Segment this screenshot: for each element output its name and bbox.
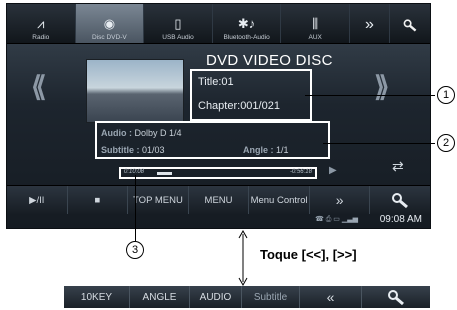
- subtitle-value: 01/03: [142, 145, 165, 155]
- settings-button[interactable]: [390, 4, 430, 43]
- source-label: Bluetooth-Audio: [223, 34, 270, 41]
- angle-value: 1/1: [276, 145, 289, 155]
- settings-wrench-icon: [388, 290, 404, 306]
- double-chevron-right-icon: »: [335, 191, 344, 208]
- callout-1-line: [305, 95, 435, 96]
- fast-forward-icon: ⟫: [374, 71, 390, 102]
- source-usb[interactable]: ▯ USB Audio: [144, 4, 213, 43]
- next-chapter-button[interactable]: ⟫: [374, 70, 390, 103]
- top-menu-button[interactable]: TOP MENU: [128, 186, 189, 214]
- source-radio[interactable]: ⩘ Radio: [7, 4, 76, 43]
- 10key-button[interactable]: 10KEY: [64, 286, 130, 308]
- back-button[interactable]: «: [300, 286, 362, 308]
- source-disc-dvd[interactable]: ◉ Disc DVD-V: [75, 4, 145, 43]
- usb-icon: ▯: [174, 16, 182, 31]
- more-controls-button[interactable]: »: [310, 186, 371, 214]
- callout-3-line: [135, 175, 136, 241]
- source-label: USB Audio: [162, 34, 194, 41]
- settings-button-3[interactable]: [362, 286, 430, 308]
- status-icons: ☎ ⎙ ▭ ▁▃▅: [315, 216, 358, 223]
- source-bar: ⩘ Radio ◉ Disc DVD-V ▯ USB Audio ✱♪ Blue…: [7, 4, 430, 44]
- repeat-icon[interactable]: ⇄: [392, 158, 404, 175]
- clock: 09:08 AM: [379, 214, 422, 225]
- stop-icon: ■: [94, 194, 101, 206]
- previous-chapter-button[interactable]: ⟪: [31, 70, 47, 103]
- callout-2: 2: [437, 134, 455, 152]
- source-label: Radio: [32, 34, 50, 41]
- play-pause-icon: ▶/II: [29, 194, 45, 206]
- source-more-button[interactable]: »: [350, 4, 390, 43]
- playback-progress[interactable]: 0:10:08 -0:56:18: [119, 167, 317, 179]
- angle-button[interactable]: ANGLE: [130, 286, 190, 308]
- menu-control-button[interactable]: Menu Control: [249, 186, 310, 214]
- progress-fill: [157, 172, 172, 175]
- menu-button[interactable]: MENU: [189, 186, 250, 214]
- remaining-time: -0:56:18: [289, 169, 312, 175]
- play-pause-button[interactable]: ▶/II: [7, 186, 68, 214]
- disc-icon: ◉: [103, 16, 116, 31]
- audio-key: Audio :: [101, 128, 132, 138]
- video-thumbnail[interactable]: [86, 59, 184, 123]
- double-chevron-right-icon: »: [365, 16, 374, 33]
- toque-annotation: Toque [<<], [>>]: [260, 247, 357, 262]
- source-label: Disc DVD-V: [92, 34, 127, 41]
- page-title: DVD VIDEO DISC: [206, 52, 333, 69]
- stop-button[interactable]: ■: [68, 186, 129, 214]
- double-arrow-icon: [238, 230, 248, 286]
- source-label: AUX: [308, 34, 322, 41]
- angle-key: Angle :: [243, 145, 274, 155]
- next-arrow-icon: ▶: [329, 165, 337, 176]
- double-chevron-left-icon: «: [326, 289, 335, 305]
- audio-value: Dolby D 1/4: [134, 128, 182, 138]
- source-bluetooth[interactable]: ✱♪ Bluetooth-Audio: [213, 4, 282, 43]
- status-bar: ☎ ⎙ ▭ ▁▃▅ 09:08 AM: [7, 213, 430, 228]
- subtitle-info: Subtitle : 01/03: [101, 145, 165, 155]
- bluetooth-icon: ✱♪: [237, 16, 256, 31]
- settings-wrench-icon: [392, 193, 409, 209]
- callout-3: 3: [126, 241, 144, 259]
- settings-wrench-icon: [402, 17, 418, 33]
- title-number: Title:01: [198, 76, 234, 88]
- settings-button-2[interactable]: [370, 186, 430, 214]
- source-aux[interactable]: ⫼ AUX: [281, 4, 350, 43]
- control-bar: ▶/II ■ TOP MENU MENU Menu Control »: [7, 185, 430, 214]
- aux-icon: ⫼: [312, 16, 319, 31]
- angle-info: Angle : 1/1: [243, 145, 289, 155]
- audio-info: Audio : Dolby D 1/4: [101, 128, 182, 138]
- rewind-icon: ⟪: [31, 71, 47, 102]
- head-unit-screen: ⩘ Radio ◉ Disc DVD-V ▯ USB Audio ✱♪ Blue…: [6, 3, 431, 229]
- chapter-number: Chapter:001/021: [198, 100, 280, 112]
- alternate-control-bar: 10KEY ANGLE AUDIO Subtitle «: [64, 286, 430, 308]
- subtitle-key: Subtitle :: [101, 145, 140, 155]
- radio-antenna-icon: ⩘: [37, 16, 45, 31]
- subtitle-button[interactable]: Subtitle: [242, 286, 300, 308]
- audio-button[interactable]: AUDIO: [190, 286, 242, 308]
- callout-2-line: [323, 143, 435, 144]
- callout-1: 1: [437, 86, 455, 104]
